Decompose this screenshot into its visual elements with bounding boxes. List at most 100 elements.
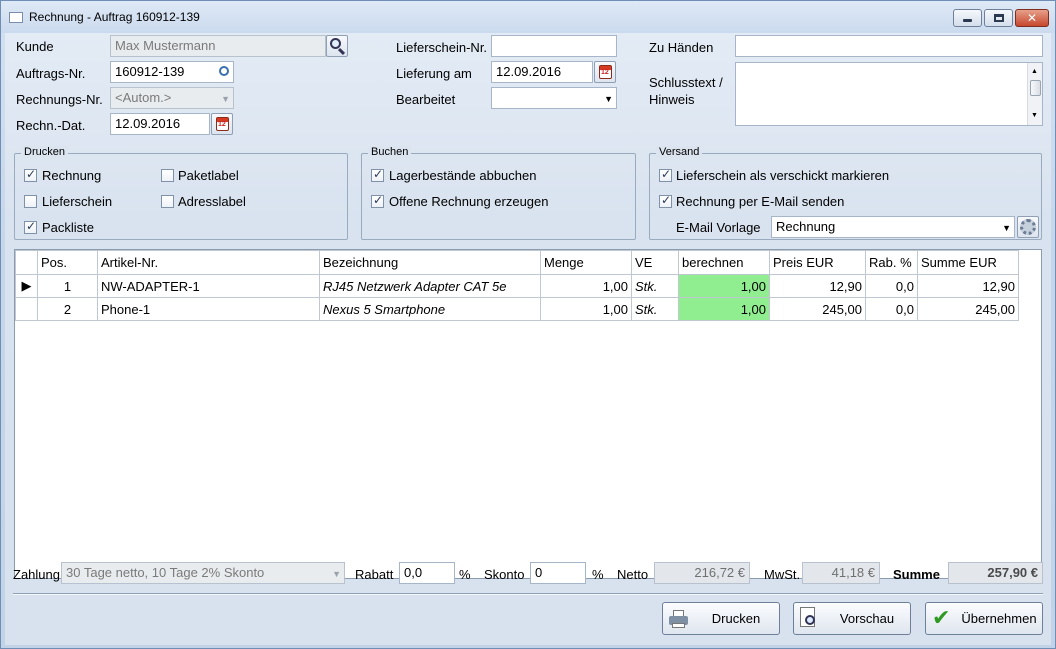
column-header-ve[interactable]: VE <box>631 250 679 275</box>
email-vorlage-value: Rechnung <box>776 219 836 234</box>
minimize-button[interactable] <box>953 9 982 27</box>
cell-summe[interactable]: 245,00 <box>917 297 1019 321</box>
cell-menge[interactable]: 1,00 <box>540 297 632 321</box>
close-button[interactable]: ✕ <box>1015 9 1049 27</box>
adresslabel-checkbox-label[interactable]: Adresslabel <box>178 194 246 209</box>
email-checkbox-label[interactable]: Rechnung per E-Mail senden <box>676 194 844 209</box>
cell-menge[interactable]: 1,00 <box>540 274 632 298</box>
lieferschein-checkbox[interactable] <box>24 195 37 208</box>
cell-artikel[interactable]: Phone-1 <box>97 297 320 321</box>
cell-ve[interactable]: Stk. <box>631 297 679 321</box>
offene-rechnung-checkbox-label[interactable]: Offene Rechnung erzeugen <box>389 194 549 209</box>
preview-icon-glass <box>805 615 815 625</box>
column-header-bezeichnung[interactable]: Bezeichnung <box>319 250 541 275</box>
schlusstext-textarea[interactable]: ▲ ▼ <box>735 62 1043 126</box>
paketlabel-checkbox[interactable] <box>161 169 174 182</box>
zuhaenden-field[interactable] <box>735 35 1043 57</box>
column-header-menge[interactable]: Menge <box>540 250 632 275</box>
cell-bezeichnung[interactable]: RJ45 Netzwerk Adapter CAT 5e <box>319 274 541 298</box>
maximize-button[interactable] <box>984 9 1013 27</box>
drucken-button[interactable]: Drucken <box>662 602 780 635</box>
rabatt-label: Rabatt <box>355 567 394 582</box>
chevron-down-icon: ▼ <box>221 94 230 104</box>
kunde-search-button[interactable] <box>326 35 348 57</box>
column-header-summe[interactable]: Summe EUR <box>917 250 1019 275</box>
window-icon <box>9 12 23 23</box>
cell-berechnen[interactable]: 1,00 <box>678 297 770 321</box>
versand-group: Versand Lieferschein als verschickt mark… <box>649 146 1042 240</box>
cell-rabatt[interactable]: 0,0 <box>865 274 918 298</box>
rechnung-checkbox-label[interactable]: Rechnung <box>42 168 101 183</box>
uebernehmen-button[interactable]: ✔ Übernehmen <box>925 602 1043 635</box>
window-title: Rechnung - Auftrag 160912-139 <box>29 10 200 24</box>
column-header-artikel[interactable]: Artikel-Nr. <box>97 250 320 275</box>
row-indicator[interactable] <box>15 297 38 321</box>
auftrag-field[interactable]: 160912-139 <box>110 61 234 83</box>
title-bar[interactable]: Rechnung - Auftrag 160912-139 ✕ <box>1 1 1055 33</box>
email-vorlage-settings-button[interactable] <box>1017 216 1039 238</box>
rechnung-checkbox[interactable] <box>24 167 37 182</box>
zahlung-value: 30 Tage netto, 10 Tage 2% Skonto <box>66 565 265 580</box>
skonto-field[interactable]: 0 <box>530 562 586 584</box>
packliste-checkbox-label[interactable]: Packliste <box>42 220 94 235</box>
lieferung-calendar-button[interactable] <box>594 61 616 83</box>
column-header-preis[interactable]: Preis EUR <box>769 250 866 275</box>
lieferschein-field[interactable] <box>491 35 617 57</box>
current-row-indicator-icon[interactable]: ▶ <box>15 274 38 298</box>
auftrag-search-icon[interactable] <box>219 66 229 76</box>
cell-summe[interactable]: 12,90 <box>917 274 1019 298</box>
rechnungsnr-combo[interactable]: <Autom.> ▼ <box>110 87 234 109</box>
verschickt-checkbox[interactable] <box>659 167 672 182</box>
dialog-content: Kunde Max Mustermann Auftrags-Nr. 160912… <box>5 33 1051 645</box>
table-row[interactable]: ▶ 1 NW-ADAPTER-1 RJ45 Netzwerk Adapter C… <box>15 274 1019 298</box>
drucken-group: Drucken Rechnung Paketlabel Lieferschein… <box>14 146 348 240</box>
cell-pos[interactable]: 2 <box>37 297 98 321</box>
cell-artikel[interactable]: NW-ADAPTER-1 <box>97 274 320 298</box>
cell-berechnen[interactable]: 1,00 <box>678 274 770 298</box>
scroll-up-icon[interactable]: ▲ <box>1031 64 1038 80</box>
column-header-pos[interactable]: Pos. <box>37 250 98 275</box>
offene-rechnung-checkbox[interactable] <box>371 193 384 208</box>
netto-label: Netto <box>617 567 649 582</box>
schlusstext-scrollbar[interactable]: ▲ ▼ <box>1027 63 1042 125</box>
paketlabel-checkbox-label[interactable]: Paketlabel <box>178 168 239 183</box>
lager-checkbox-label[interactable]: Lagerbestände abbuchen <box>389 168 536 183</box>
scroll-thumb[interactable] <box>1030 80 1041 96</box>
lieferung-field[interactable]: 12.09.2016 <box>491 61 593 83</box>
cell-pos[interactable]: 1 <box>37 274 98 298</box>
cell-ve[interactable]: Stk. <box>631 274 679 298</box>
lager-checkbox[interactable] <box>371 167 384 182</box>
rechndat-calendar-button[interactable] <box>211 113 233 135</box>
column-header-rabatt[interactable]: Rab. % <box>865 250 918 275</box>
bearbeitet-label: Bearbeitet <box>396 92 456 107</box>
vorschau-button[interactable]: Vorschau <box>793 602 911 635</box>
mwst-value: 41,18 € <box>802 562 880 584</box>
skonto-unit: % <box>592 567 604 582</box>
lieferschein-checkbox-label[interactable]: Lieferschein <box>42 194 112 209</box>
email-vorlage-combo[interactable]: Rechnung ▼ <box>771 216 1015 238</box>
cell-bezeichnung[interactable]: Nexus 5 Smartphone <box>319 297 541 321</box>
rechndat-field[interactable]: 12.09.2016 <box>110 113 210 135</box>
cell-rabatt[interactable]: 0,0 <box>865 297 918 321</box>
kunde-field[interactable]: Max Mustermann <box>110 35 326 57</box>
lieferung-label: Lieferung am <box>396 66 472 81</box>
summe-value: 257,90 € <box>948 562 1043 584</box>
maximize-icon <box>994 14 1004 22</box>
bearbeitet-combo[interactable]: ▼ <box>491 87 617 109</box>
email-checkbox[interactable] <box>659 193 672 208</box>
schlusstext-label-2: Hinweis <box>649 92 695 107</box>
column-header-berechnen[interactable]: berechnen <box>678 250 770 275</box>
rabatt-field[interactable]: 0,0 <box>399 562 455 584</box>
cell-preis[interactable]: 245,00 <box>769 297 866 321</box>
positions-grid[interactable]: Pos. Artikel-Nr. Bezeichnung Menge VE be… <box>14 249 1042 579</box>
table-row[interactable]: 2 Phone-1 Nexus 5 Smartphone 1,00 Stk. 1… <box>15 297 1019 321</box>
cell-preis[interactable]: 12,90 <box>769 274 866 298</box>
packliste-checkbox[interactable] <box>24 219 37 234</box>
zahlung-combo[interactable]: 30 Tage netto, 10 Tage 2% Skonto ▼ <box>61 562 345 584</box>
buchen-group-title: Buchen <box>368 146 412 158</box>
invoice-window: Rechnung - Auftrag 160912-139 ✕ Kunde Ma… <box>0 0 1056 649</box>
scroll-down-icon[interactable]: ▼ <box>1031 108 1038 124</box>
schlusstext-label-1: Schlusstext / <box>649 75 723 90</box>
verschickt-checkbox-label[interactable]: Lieferschein als verschickt markieren <box>676 168 889 183</box>
adresslabel-checkbox[interactable] <box>161 195 174 208</box>
